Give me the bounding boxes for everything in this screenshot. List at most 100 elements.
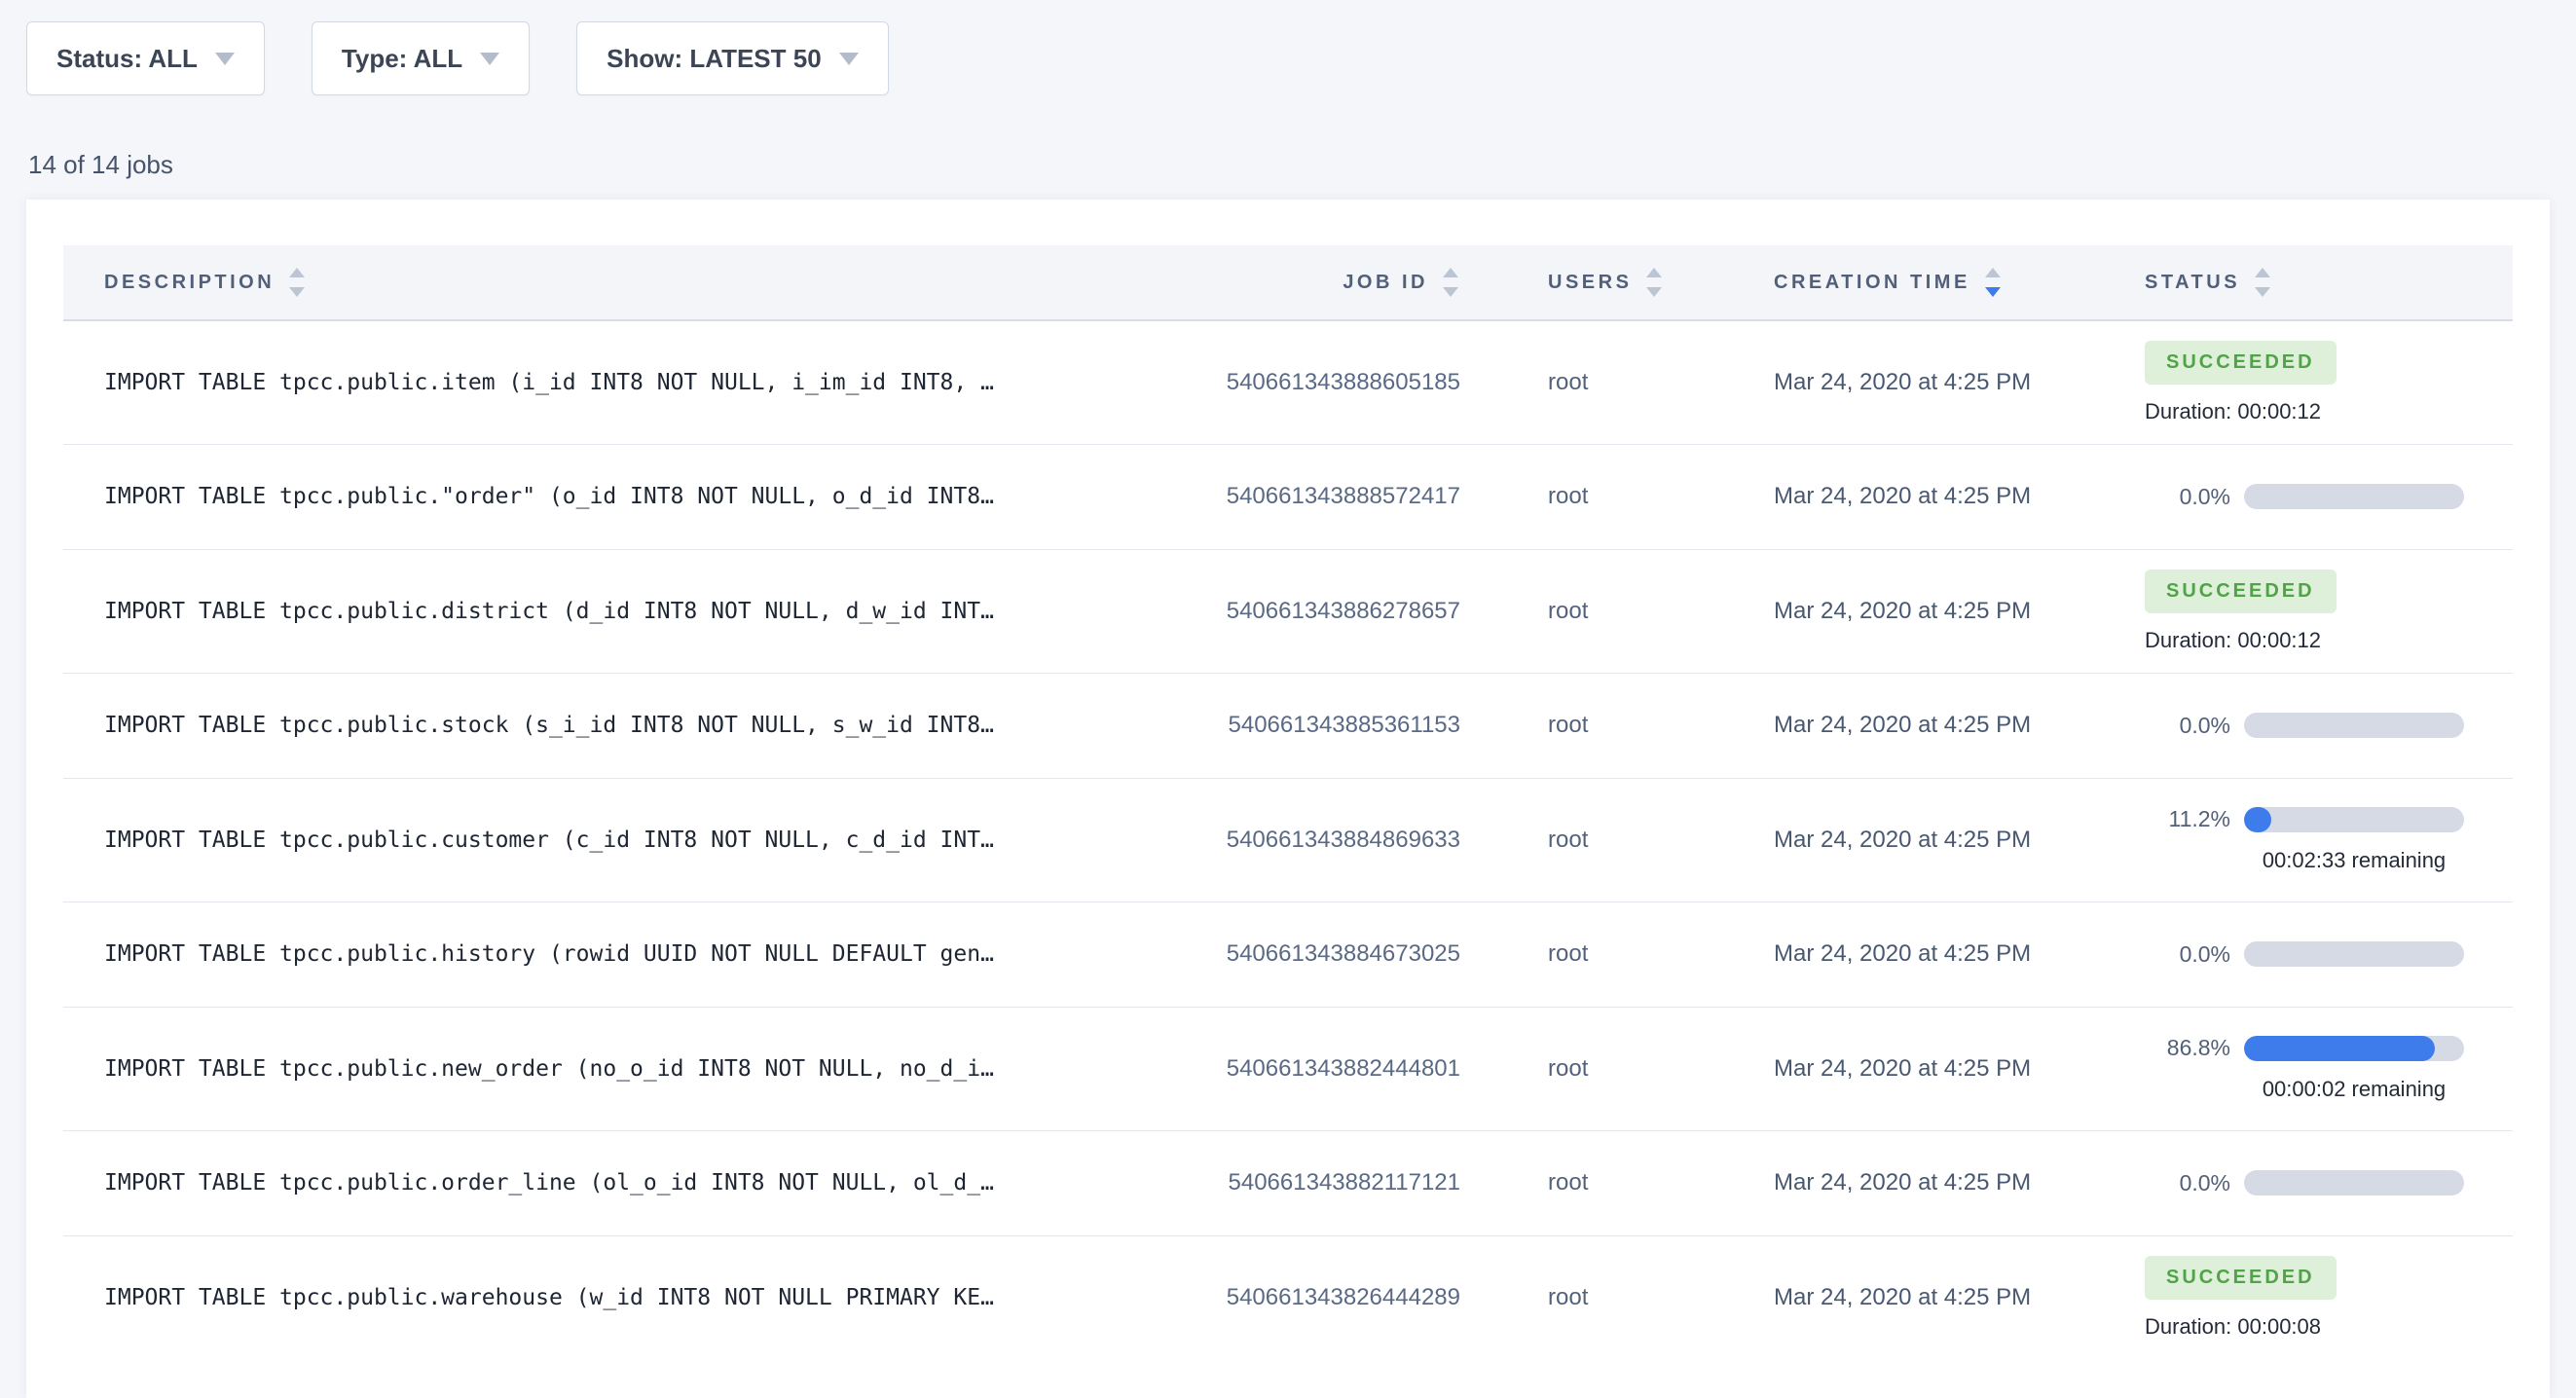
job-id: 540661343882117121 xyxy=(1178,1130,1460,1235)
job-description: IMPORT TABLE tpcc.public.item (i_id INT8… xyxy=(63,320,1178,444)
column-header-creation-time[interactable]: CREATION TIME xyxy=(1733,245,2064,320)
job-creation-time: Mar 24, 2020 at 4:25 PM xyxy=(1733,901,2064,1007)
job-user: root xyxy=(1460,901,1733,1007)
progress-percent: 0.0% xyxy=(2145,484,2230,510)
job-user: root xyxy=(1460,778,1733,901)
job-status: 0.0% xyxy=(2064,1130,2513,1235)
progress-bar xyxy=(2244,484,2464,509)
status-badge: SUCCEEDED xyxy=(2145,570,2337,613)
table-header-row: DESCRIPTION JOB ID USERS xyxy=(63,245,2513,320)
column-header-users[interactable]: USERS xyxy=(1460,245,1733,320)
job-status: SUCCEEDED Duration: 00:00:12 xyxy=(2064,549,2513,673)
column-label: CREATION TIME xyxy=(1774,272,1970,294)
job-id: 540661343884673025 xyxy=(1178,901,1460,1007)
progress-bar xyxy=(2244,1170,2464,1196)
job-description: IMPORT TABLE tpcc.public."order" (o_id I… xyxy=(63,444,1178,549)
progress-bar xyxy=(2244,713,2464,738)
job-description: IMPORT TABLE tpcc.public.new_order (no_o… xyxy=(63,1007,1178,1130)
job-description: IMPORT TABLE tpcc.public.order_line (ol_… xyxy=(63,1130,1178,1235)
job-id: 540661343885361153 xyxy=(1178,673,1460,778)
job-description: IMPORT TABLE tpcc.public.district (d_id … xyxy=(63,549,1178,673)
job-user: root xyxy=(1460,673,1733,778)
table-row: IMPORT TABLE tpcc.public.customer (c_id … xyxy=(63,778,2513,901)
table-row: IMPORT TABLE tpcc.public.new_order (no_o… xyxy=(63,1007,2513,1130)
job-user: root xyxy=(1460,1130,1733,1235)
job-user: root xyxy=(1460,549,1733,673)
column-header-job-id[interactable]: JOB ID xyxy=(1178,245,1460,320)
job-description: IMPORT TABLE tpcc.public.warehouse (w_id… xyxy=(63,1235,1178,1359)
status-filter-label: Status: ALL xyxy=(56,44,198,74)
column-label: JOB ID xyxy=(1343,272,1428,294)
column-header-description[interactable]: DESCRIPTION xyxy=(63,245,1178,320)
job-id: 540661343882444801 xyxy=(1178,1007,1460,1130)
progress-bar xyxy=(2244,941,2464,967)
table-row: IMPORT TABLE tpcc.public."order" (o_id I… xyxy=(63,444,2513,549)
status-badge: SUCCEEDED xyxy=(2145,341,2337,385)
table-row: IMPORT TABLE tpcc.public.stock (s_i_id I… xyxy=(63,673,2513,778)
table-row: IMPORT TABLE tpcc.public.order_line (ol_… xyxy=(63,1130,2513,1235)
table-row: IMPORT TABLE tpcc.public.district (d_id … xyxy=(63,549,2513,673)
column-label: STATUS xyxy=(2145,272,2240,294)
job-creation-time: Mar 24, 2020 at 4:25 PM xyxy=(1733,549,2064,673)
progress-percent: 11.2% xyxy=(2145,806,2230,832)
job-user: root xyxy=(1460,320,1733,444)
sort-arrows-icon xyxy=(289,268,305,297)
job-creation-time: Mar 24, 2020 at 4:25 PM xyxy=(1733,778,2064,901)
chevron-down-icon xyxy=(215,53,235,65)
column-header-status[interactable]: STATUS xyxy=(2064,245,2513,320)
sort-arrows-icon xyxy=(1985,268,2001,297)
progress-percent: 0.0% xyxy=(2145,941,2230,968)
table-row: IMPORT TABLE tpcc.public.item (i_id INT8… xyxy=(63,320,2513,444)
job-creation-time: Mar 24, 2020 at 4:25 PM xyxy=(1733,1007,2064,1130)
job-status: 0.0% xyxy=(2064,673,2513,778)
show-filter-label: Show: LATEST 50 xyxy=(607,44,822,74)
job-id: 540661343886278657 xyxy=(1178,549,1460,673)
job-id: 540661343884869633 xyxy=(1178,778,1460,901)
job-user: root xyxy=(1460,1235,1733,1359)
job-creation-time: Mar 24, 2020 at 4:25 PM xyxy=(1733,320,2064,444)
jobs-count: 14 of 14 jobs xyxy=(28,150,2576,180)
time-remaining: 00:02:33 remaining xyxy=(2244,848,2464,873)
job-status: SUCCEEDED Duration: 00:00:12 xyxy=(2064,320,2513,444)
table-row: IMPORT TABLE tpcc.public.warehouse (w_id… xyxy=(63,1235,2513,1359)
job-creation-time: Mar 24, 2020 at 4:25 PM xyxy=(1733,673,2064,778)
jobs-table-card: DESCRIPTION JOB ID USERS xyxy=(26,200,2550,1398)
job-creation-time: Mar 24, 2020 at 4:25 PM xyxy=(1733,1235,2064,1359)
chevron-down-icon xyxy=(480,53,499,65)
show-filter-dropdown[interactable]: Show: LATEST 50 xyxy=(576,21,889,95)
job-status: 11.2% 00:02:33 remaining xyxy=(2064,778,2513,901)
column-label: USERS xyxy=(1548,272,1632,294)
chevron-down-icon xyxy=(839,53,859,65)
job-creation-time: Mar 24, 2020 at 4:25 PM xyxy=(1733,444,2064,549)
job-user: root xyxy=(1460,1007,1733,1130)
job-duration: Duration: 00:00:12 xyxy=(2145,628,2513,653)
job-id: 540661343888572417 xyxy=(1178,444,1460,549)
type-filter-label: Type: ALL xyxy=(342,44,462,74)
sort-arrows-icon xyxy=(1443,268,1458,297)
status-filter-dropdown[interactable]: Status: ALL xyxy=(26,21,265,95)
job-status: 0.0% xyxy=(2064,901,2513,1007)
job-id: 540661343826444289 xyxy=(1178,1235,1460,1359)
type-filter-dropdown[interactable]: Type: ALL xyxy=(312,21,530,95)
progress-percent: 0.0% xyxy=(2145,1170,2230,1196)
job-id: 540661343888605185 xyxy=(1178,320,1460,444)
progress-bar xyxy=(2244,807,2464,832)
jobs-table: DESCRIPTION JOB ID USERS xyxy=(63,245,2513,1359)
job-description: IMPORT TABLE tpcc.public.customer (c_id … xyxy=(63,778,1178,901)
job-description: IMPORT TABLE tpcc.public.stock (s_i_id I… xyxy=(63,673,1178,778)
sort-arrows-icon xyxy=(2255,268,2270,297)
filters-bar: Status: ALL Type: ALL Show: LATEST 50 xyxy=(0,0,2576,95)
progress-bar xyxy=(2244,1036,2464,1061)
job-status: 0.0% xyxy=(2064,444,2513,549)
sort-arrows-icon xyxy=(1646,268,1662,297)
job-duration: Duration: 00:00:12 xyxy=(2145,399,2513,424)
progress-percent: 0.0% xyxy=(2145,713,2230,739)
time-remaining: 00:00:02 remaining xyxy=(2244,1077,2464,1102)
job-creation-time: Mar 24, 2020 at 4:25 PM xyxy=(1733,1130,2064,1235)
progress-percent: 86.8% xyxy=(2145,1035,2230,1061)
status-badge: SUCCEEDED xyxy=(2145,1256,2337,1300)
table-row: IMPORT TABLE tpcc.public.history (rowid … xyxy=(63,901,2513,1007)
job-user: root xyxy=(1460,444,1733,549)
job-status: 86.8% 00:00:02 remaining xyxy=(2064,1007,2513,1130)
job-description: IMPORT TABLE tpcc.public.history (rowid … xyxy=(63,901,1178,1007)
